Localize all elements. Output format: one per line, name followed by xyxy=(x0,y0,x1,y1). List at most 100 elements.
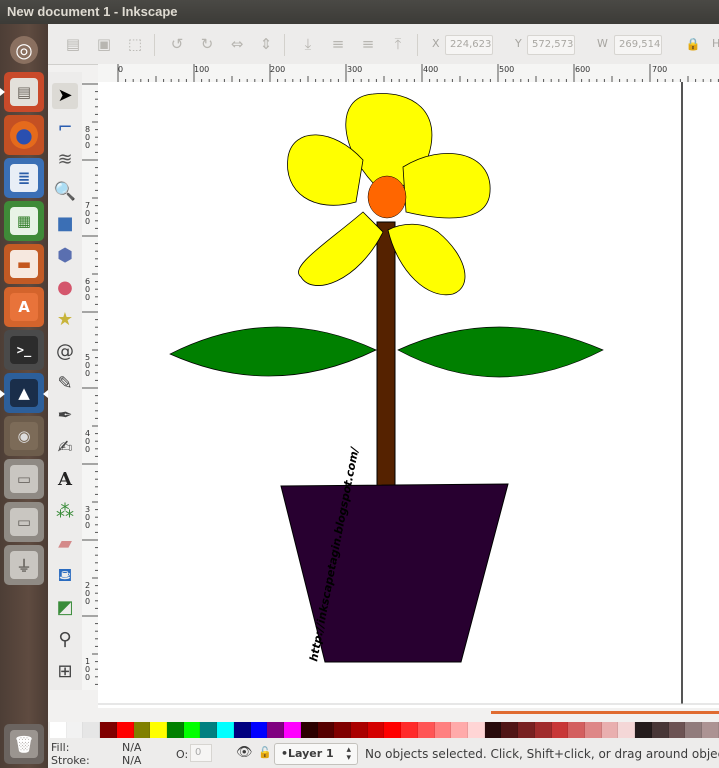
drawing-canvas[interactable]: http://inkscapetagin.blogspot.com/ xyxy=(98,82,719,708)
firefox-launcher-button[interactable]: ● xyxy=(4,115,44,155)
opacity-field[interactable]: 0 xyxy=(190,744,212,762)
palette-swatch[interactable] xyxy=(451,722,468,738)
gradient-tool-icon[interactable]: ◩ xyxy=(52,595,78,621)
spiral-tool-icon[interactable]: @ xyxy=(52,339,78,365)
flip-horizontal-icon[interactable]: ⇔ xyxy=(228,35,246,53)
drive-launcher-button-2[interactable]: ▭ xyxy=(4,502,44,542)
palette-swatch[interactable] xyxy=(66,722,84,738)
drive-launcher-button-1[interactable]: ▭ xyxy=(4,459,44,499)
zoom-tool-icon[interactable]: 🔍 xyxy=(52,179,78,205)
rotate-ccw-icon[interactable]: ↺ xyxy=(168,35,186,53)
palette-swatch[interactable] xyxy=(618,722,636,738)
layer-selector[interactable]: •Layer 1 ▴ ▾ xyxy=(274,743,358,765)
paint-bucket-tool-icon[interactable]: ⛾ xyxy=(52,563,78,589)
palette-swatch[interactable] xyxy=(534,722,552,738)
palette-swatch[interactable] xyxy=(334,722,351,738)
lock-icon[interactable]: 🔓 xyxy=(258,746,272,759)
raise-to-top-icon[interactable]: ⤒ xyxy=(389,35,407,53)
dropper-tool-icon[interactable]: ⚲ xyxy=(52,627,78,653)
eraser-tool-icon[interactable]: ▰ xyxy=(52,531,78,557)
writer-launcher-button[interactable]: ≣ xyxy=(4,158,44,198)
palette-swatch[interactable] xyxy=(467,722,485,738)
palette-swatch[interactable] xyxy=(150,722,168,738)
palette-swatch[interactable] xyxy=(635,722,652,738)
fill-value[interactable]: N/A xyxy=(122,741,141,754)
w-field[interactable]: 269,514 xyxy=(614,35,662,55)
palette-swatch[interactable] xyxy=(183,722,201,738)
palette-swatch[interactable] xyxy=(317,722,335,738)
horizontal-scrollbar-indicator[interactable] xyxy=(491,711,719,714)
rotate-cw-icon[interactable]: ↻ xyxy=(198,35,216,53)
ubuntu-dash-button[interactable]: ◎ xyxy=(4,30,44,70)
gimp-launcher-button[interactable]: ◉ xyxy=(4,416,44,456)
palette-swatch[interactable] xyxy=(116,722,134,738)
palette-swatch[interactable] xyxy=(434,722,452,738)
palette-swatch[interactable] xyxy=(350,722,368,738)
palette-swatch[interactable] xyxy=(702,722,719,738)
palette-swatch[interactable] xyxy=(83,722,101,738)
raise-icon[interactable]: ≡ xyxy=(359,35,377,53)
palette-swatch[interactable] xyxy=(417,722,435,738)
select-all-in-all-layers-icon[interactable]: ▣ xyxy=(95,35,113,53)
palette-swatch[interactable] xyxy=(585,722,602,738)
flower-center[interactable] xyxy=(367,175,407,219)
petal-right[interactable] xyxy=(402,153,491,219)
y-field[interactable]: 572,573 xyxy=(527,35,575,55)
palette-swatch[interactable] xyxy=(167,722,184,738)
selector-tool-icon[interactable]: ➤ xyxy=(52,83,78,109)
usb-drive-launcher-button[interactable]: ⏚ xyxy=(4,545,44,585)
spray-tool-icon[interactable]: ⁂ xyxy=(52,499,78,525)
palette-swatch[interactable] xyxy=(501,722,519,738)
rectangle-tool-icon[interactable]: ■ xyxy=(52,211,78,237)
lock-icon[interactable]: 🔒 xyxy=(684,35,702,53)
stem[interactable] xyxy=(376,221,396,488)
palette-swatch[interactable] xyxy=(300,722,318,738)
ellipse-tool-icon[interactable]: ● xyxy=(52,275,78,301)
eye-icon[interactable]: 👁 xyxy=(236,745,253,760)
palette-swatch[interactable] xyxy=(233,722,251,738)
palette-swatch[interactable] xyxy=(250,722,268,738)
flip-vertical-icon[interactable]: ⇕ xyxy=(257,35,275,53)
palette-swatch[interactable] xyxy=(601,722,619,738)
select-all-icon[interactable]: ▤ xyxy=(64,35,82,53)
palette-swatch[interactable] xyxy=(568,722,585,738)
left-leaf[interactable] xyxy=(169,326,377,377)
terminal-launcher-button[interactable]: >_ xyxy=(4,330,44,370)
palette-swatch[interactable] xyxy=(551,722,569,738)
calligraphy-tool-icon[interactable]: ✍ xyxy=(52,435,78,461)
x-field[interactable]: 224,623 xyxy=(445,35,493,55)
node-tool-icon[interactable]: ⌐ xyxy=(52,115,78,141)
palette-swatch[interactable] xyxy=(284,722,301,738)
star-tool-icon[interactable]: ★ xyxy=(52,307,78,333)
stroke-value[interactable]: N/A xyxy=(122,754,141,767)
lower-icon[interactable]: ≡ xyxy=(329,35,347,53)
connector-tool-icon[interactable]: ⊞ xyxy=(52,659,78,685)
right-leaf[interactable] xyxy=(397,326,604,378)
software-center-launcher-button[interactable]: A xyxy=(4,287,44,327)
palette-swatch[interactable] xyxy=(668,722,686,738)
calc-launcher-button[interactable]: ▦ xyxy=(4,201,44,241)
tweak-tool-icon[interactable]: ≋ xyxy=(52,147,78,173)
palette-swatch[interactable] xyxy=(133,722,151,738)
palette-swatch[interactable] xyxy=(267,722,285,738)
lower-to-bottom-icon[interactable]: ⤓ xyxy=(299,35,317,53)
palette-swatch[interactable] xyxy=(651,722,669,738)
3d-box-tool-icon[interactable]: ⬢ xyxy=(52,243,78,269)
palette-swatch[interactable] xyxy=(685,722,703,738)
petal-lower-right[interactable] xyxy=(387,223,466,296)
deselect-icon[interactable]: ⬚ xyxy=(126,35,144,53)
palette-swatch[interactable] xyxy=(217,722,234,738)
palette-swatch[interactable] xyxy=(100,722,117,738)
pen-tool-icon[interactable]: ✒ xyxy=(52,403,78,429)
palette-swatch[interactable] xyxy=(484,722,502,738)
files-launcher-button[interactable]: ▤ xyxy=(4,72,44,112)
petal-lower-left[interactable] xyxy=(298,211,384,286)
trash-launcher-button[interactable]: 🗑 xyxy=(4,724,44,764)
palette-swatch[interactable] xyxy=(384,722,402,738)
impress-launcher-button[interactable]: ▬ xyxy=(4,244,44,284)
inkscape-launcher-button[interactable]: ▲ xyxy=(4,373,44,413)
pencil-tool-icon[interactable]: ✎ xyxy=(52,371,78,397)
palette-swatch[interactable] xyxy=(401,722,418,738)
palette-swatch[interactable] xyxy=(50,722,67,738)
palette-swatch[interactable] xyxy=(367,722,385,738)
